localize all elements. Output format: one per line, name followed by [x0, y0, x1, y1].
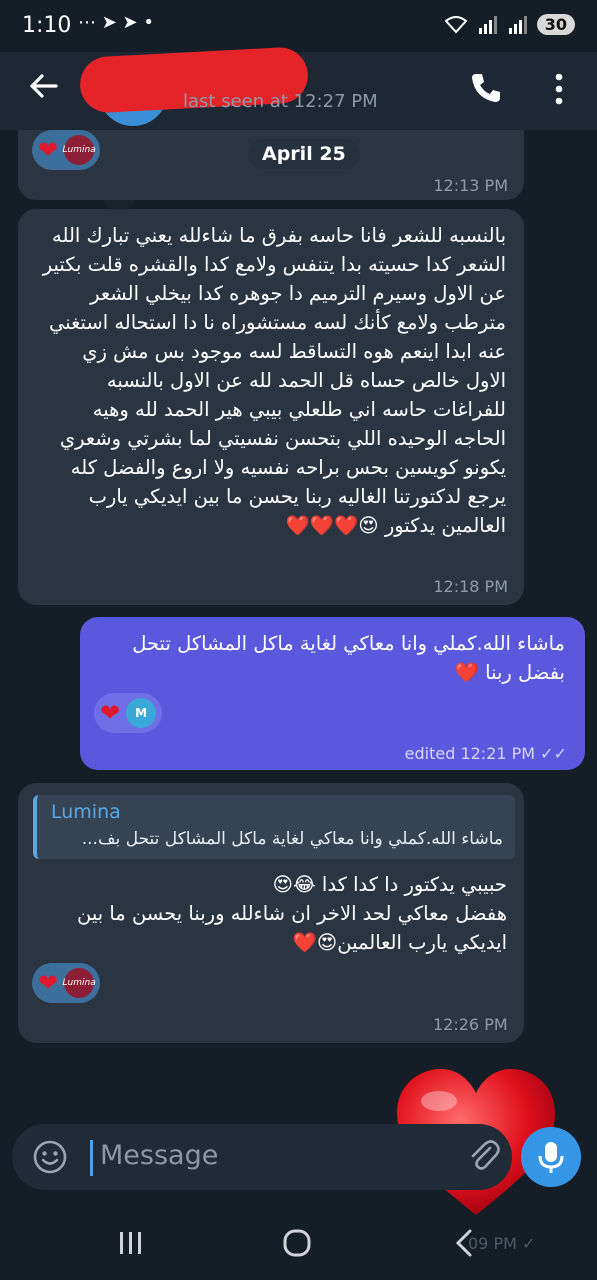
home-icon[interactable]: [282, 1228, 312, 1258]
signal-icon: [478, 15, 497, 34]
paperclip-icon[interactable]: [466, 1138, 502, 1174]
chat-header: last seen at 12:27 PM: [0, 46, 597, 130]
signal-icon-2: [508, 15, 527, 34]
message-time: 12:26 PM: [433, 1015, 508, 1034]
reply-preview[interactable]: Lumina ماشاء الله.كملي وانا معاكي لغاية …: [33, 795, 515, 859]
reactor-avatar: Lumina: [63, 135, 96, 165]
heart-icon: ❤: [38, 969, 59, 997]
last-seen-status: last seen at 12:27 PM: [183, 91, 378, 112]
message-text: حبيبي يدكتور دا كدا كدا 😂😍 هفضل معاكي لح…: [77, 873, 507, 954]
heart-icon: ❤: [38, 136, 59, 164]
message-time: 12:13 PM: [433, 176, 508, 195]
message-text: بالنسبه للشعر فانا حاسه بفرق ما شاءلله ي…: [42, 224, 506, 537]
phone-icon[interactable]: [468, 70, 504, 106]
status-right: 30: [444, 14, 575, 35]
status-bar: 1:10 ⋯ ➤ ➤ • 30: [0, 0, 597, 52]
date-separator: April 25: [248, 139, 360, 169]
reply-author: Lumina: [51, 801, 121, 823]
message-bubble-incoming[interactable]: بالنسبه للشعر فانا حاسه بفرق ما شاءلله ي…: [18, 209, 524, 605]
wifi-icon: [444, 15, 467, 33]
back-nav-icon[interactable]: [454, 1228, 474, 1258]
status-time: 1:10: [22, 13, 72, 38]
system-nav-bar: [0, 1212, 597, 1280]
text-cursor: [90, 1140, 93, 1176]
emoji-icon[interactable]: [32, 1139, 68, 1175]
reactor-avatar: M: [126, 698, 157, 728]
message-text: ماشاء الله.كملي وانا معاكي لغاية ماكل ال…: [132, 632, 565, 684]
message-bubble-outgoing[interactable]: ماشاء الله.كملي وانا معاكي لغاية ماكل ال…: [80, 617, 585, 770]
message-reaction[interactable]: ❤ Lumina: [32, 963, 101, 1003]
microphone-button[interactable]: [521, 1127, 581, 1187]
reactor-avatar: Lumina: [63, 968, 96, 998]
message-time: 12:18 PM: [433, 577, 508, 596]
more-vert-icon[interactable]: [546, 70, 572, 110]
message-input-bar: Message: [12, 1124, 512, 1190]
notification-icons: ⋯ ➤ ➤ •: [78, 12, 154, 33]
reply-text: ماشاء الله.كملي وانا معاكي لغاية ماكل ال…: [81, 829, 503, 849]
microphone-icon: [538, 1142, 564, 1173]
heart-icon: ❤: [100, 699, 121, 727]
message-reaction[interactable]: ❤ M: [94, 693, 163, 733]
message-time-edited: edited 12:21 PM ✓✓: [404, 744, 567, 763]
message-reaction[interactable]: ❤ Lumina: [32, 130, 101, 170]
recents-icon[interactable]: [118, 1228, 144, 1258]
battery-indicator: 30: [536, 14, 575, 35]
message-input[interactable]: Message: [100, 1140, 218, 1171]
back-arrow-icon[interactable]: [26, 68, 62, 104]
